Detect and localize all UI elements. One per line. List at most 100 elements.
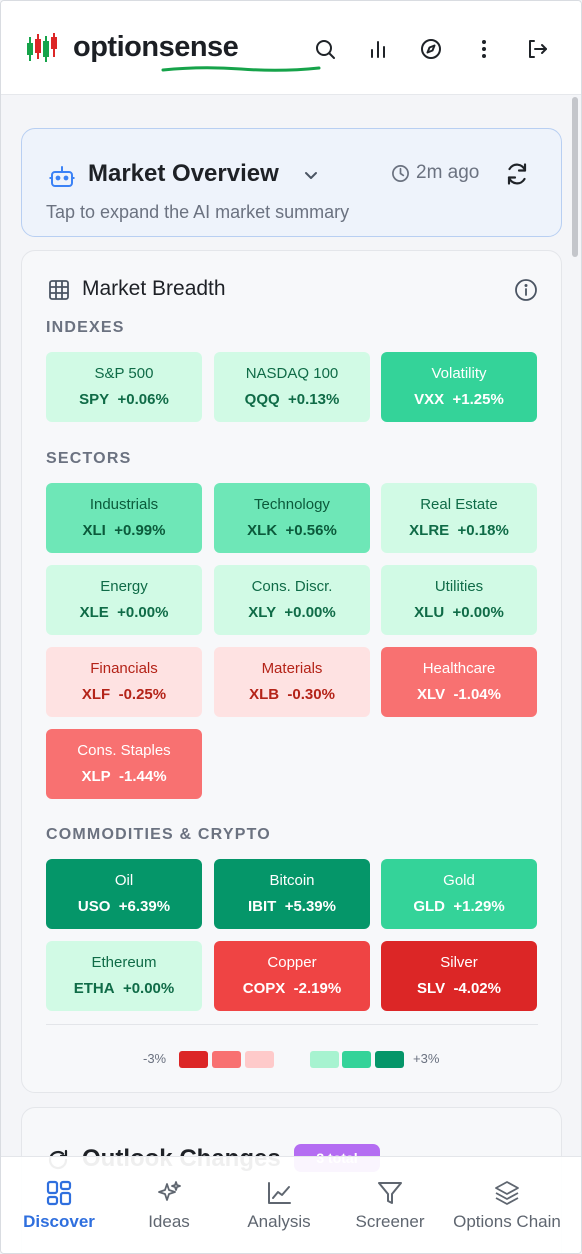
tile-ticker-change: XLV -1.04%	[381, 686, 537, 703]
candlestick-logo-icon	[27, 32, 57, 62]
tile-name: Ethereum	[91, 954, 157, 971]
legend-swatch-neg-strong	[179, 1051, 208, 1068]
chevron-down-icon[interactable]	[301, 165, 321, 185]
index-tile-vxx[interactable]: Volatility VXX +1.25%	[381, 352, 537, 422]
sector-tile-xlb[interactable]: Materials XLB -0.30%	[214, 647, 370, 717]
nav-screener[interactable]: Screener	[342, 1157, 438, 1253]
tile-name: Technology	[254, 496, 330, 513]
market-overview-card[interactable]: Market Overview 2m ago Tap to expand the…	[21, 128, 562, 237]
tile-change: +1.29%	[453, 898, 505, 915]
tile-ticker: XLF	[81, 686, 111, 703]
tile-name: Gold	[443, 872, 475, 889]
tile-change: -2.19%	[293, 980, 342, 997]
nav-ideas[interactable]: Ideas	[121, 1157, 217, 1253]
tile-name: Volatility	[431, 365, 487, 382]
index-tile-spy[interactable]: S&P 500 SPY +0.06%	[46, 352, 202, 422]
tile-name: Real Estate	[420, 496, 498, 513]
tile-ticker-change: SPY +0.06%	[46, 391, 202, 408]
tile-ticker-change: GLD +1.29%	[381, 898, 537, 915]
nav-label-ideas: Ideas	[148, 1212, 190, 1231]
logout-button[interactable]	[510, 31, 563, 67]
more-button[interactable]	[457, 31, 510, 67]
tile-change: +0.99%	[114, 522, 166, 539]
tile-name: Utilities	[434, 578, 484, 595]
commodity-tile-copx[interactable]: Copper COPX -2.19%	[214, 941, 370, 1011]
tile-name: Bitcoin	[269, 872, 315, 889]
commodity-tile-slv[interactable]: Silver SLV -4.02%	[381, 941, 537, 1011]
tile-change: +1.25%	[452, 391, 504, 408]
tile-name: S&P 500	[94, 365, 154, 382]
sector-tile-xlk[interactable]: Technology XLK +0.56%	[214, 483, 370, 553]
explore-button[interactable]	[404, 31, 457, 67]
sector-tile-xle[interactable]: Energy XLE +0.00%	[46, 565, 202, 635]
commodity-tile-ibit[interactable]: Bitcoin IBIT +5.39%	[214, 859, 370, 929]
tile-ticker-change: ETHA +0.00%	[46, 980, 202, 997]
legend-max-label: +3%	[413, 1051, 440, 1066]
sector-tile-xlf[interactable]: Financials XLF -0.25%	[46, 647, 202, 717]
tile-ticker: XLK	[247, 522, 278, 539]
nav-label-options-chain: Options Chain	[453, 1212, 561, 1231]
tile-ticker: XLI	[82, 522, 106, 539]
nav-label-discover: Discover	[23, 1212, 95, 1231]
tile-ticker-change: XLRE +0.18%	[381, 522, 537, 539]
legend-swatch-neg-mid	[212, 1051, 241, 1068]
tile-ticker: COPX	[242, 980, 286, 997]
sector-tile-xlv[interactable]: Healthcare XLV -1.04%	[381, 647, 537, 717]
tile-ticker-change: XLB -0.30%	[214, 686, 370, 703]
tile-name: Materials	[261, 660, 323, 677]
info-icon[interactable]	[514, 278, 538, 302]
sector-tile-xli[interactable]: Industrials XLI +0.99%	[46, 483, 202, 553]
tile-change: -0.25%	[118, 686, 167, 703]
sparkles-icon	[158, 1181, 181, 1201]
tile-name: Healthcare	[422, 660, 496, 677]
tile-change: +0.00%	[284, 604, 336, 621]
tile-ticker: XLB	[249, 686, 280, 703]
tile-ticker-change: XLE +0.00%	[46, 604, 202, 621]
tile-change: -1.04%	[453, 686, 501, 703]
brand-logo[interactable]: optionsense	[73, 31, 321, 72]
search-icon	[315, 40, 335, 59]
stats-button[interactable]	[351, 31, 404, 67]
heat-legend: -3% +3%	[22, 1048, 563, 1072]
commodity-tile-gld[interactable]: Gold GLD +1.29%	[381, 859, 537, 929]
sector-tile-xlre[interactable]: Real Estate XLRE +0.18%	[381, 483, 537, 553]
tile-name: Energy	[100, 578, 148, 595]
tile-change: +0.00%	[452, 604, 504, 621]
sector-tile-xlu[interactable]: Utilities XLU +0.00%	[381, 565, 537, 635]
tile-name: Financials	[90, 660, 158, 677]
nav-analysis[interactable]: Analysis	[231, 1157, 327, 1253]
tile-ticker: IBIT	[248, 898, 277, 915]
filter-icon	[378, 1182, 402, 1204]
legend-min-label: -3%	[143, 1051, 167, 1066]
tile-name: Cons. Staples	[77, 742, 171, 759]
bottom-navigation: Discover Ideas Analysis Screener Options…	[1, 1156, 581, 1253]
legend-swatch-neg-light	[245, 1051, 274, 1068]
layers-icon	[495, 1181, 519, 1205]
tile-ticker: XLY	[248, 604, 277, 621]
section-label-indexes: INDEXES	[46, 319, 125, 336]
tile-ticker: QQQ	[244, 391, 280, 408]
commodity-tile-uso[interactable]: Oil USO +6.39%	[46, 859, 202, 929]
nav-discover[interactable]: Discover	[11, 1157, 107, 1253]
bar-chart-icon	[370, 41, 385, 58]
index-tile-qqq[interactable]: NASDAQ 100 QQQ +0.13%	[214, 352, 370, 422]
tile-ticker: SLV	[417, 980, 446, 997]
table-grid-icon	[49, 280, 69, 300]
scrollbar-thumb[interactable]	[572, 97, 578, 257]
sector-tile-xlp[interactable]: Cons. Staples XLP -1.44%	[46, 729, 202, 799]
tile-change: -0.30%	[287, 686, 335, 703]
tile-ticker-change: XLK +0.56%	[214, 522, 370, 539]
nav-options-chain[interactable]: Options Chain	[445, 1157, 569, 1253]
commodity-tile-etha[interactable]: Ethereum ETHA +0.00%	[46, 941, 202, 1011]
tile-change: +0.06%	[117, 391, 169, 408]
tile-ticker: GLD	[413, 898, 446, 915]
tile-ticker-change: XLI +0.99%	[46, 522, 202, 539]
refresh-icon[interactable]	[504, 161, 530, 187]
search-button[interactable]	[298, 31, 351, 67]
robot-icon	[49, 166, 75, 187]
tile-ticker-change: XLU +0.00%	[381, 604, 537, 621]
sector-tile-xly[interactable]: Cons. Discr. XLY +0.00%	[214, 565, 370, 635]
overview-title: Market Overview	[88, 160, 279, 187]
tile-ticker: ETHA	[73, 980, 115, 997]
legend-swatch-pos-strong	[375, 1051, 404, 1068]
